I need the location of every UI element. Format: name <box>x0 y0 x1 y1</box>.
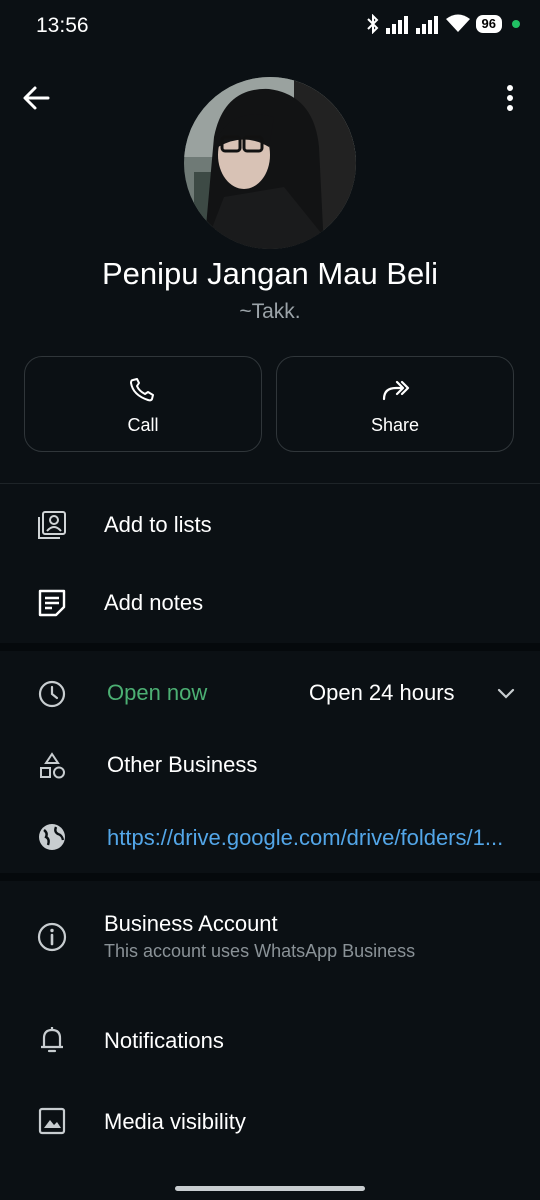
home-indicator[interactable] <box>175 1186 365 1191</box>
website-item[interactable]: https://drive.google.com/drive/folders/1… <box>0 813 540 859</box>
battery-level: 96 <box>475 15 502 33</box>
add-notes-item[interactable]: Add notes <box>0 580 540 626</box>
add-notes-label: Add notes <box>104 590 204 615</box>
bell-icon <box>41 1027 63 1053</box>
hours-detail: Open 24 hours <box>309 680 455 705</box>
business-account-item[interactable]: Business Account This account uses Whats… <box>0 905 540 969</box>
business-category: Other Business <box>107 752 258 777</box>
share-forward-icon <box>382 380 410 401</box>
call-label: Call <box>127 415 159 435</box>
more-options-icon[interactable] <box>500 82 520 114</box>
profile-name: Penipu Jangan Mau Beli <box>101 256 439 291</box>
section-separator <box>0 643 540 651</box>
shapes-icon <box>40 752 65 779</box>
profile-about: ~Takk. <box>239 300 301 323</box>
business-category-item: Other Business <box>0 740 540 786</box>
status-bar: 13:56 96 <box>0 0 540 56</box>
share-button[interactable]: Share <box>276 356 514 452</box>
notifications-label: Notifications <box>104 1028 224 1053</box>
wifi-icon <box>445 14 470 32</box>
notes-icon <box>38 589 66 617</box>
bluetooth-icon <box>366 14 378 34</box>
business-account-title: Business Account <box>104 911 278 936</box>
media-visibility-label: Media visibility <box>104 1109 246 1134</box>
status-icons: 96 <box>366 14 520 34</box>
business-account-subtitle: This account uses WhatsApp Business <box>104 941 416 961</box>
signal-icon-2 <box>415 16 438 34</box>
clock-icon <box>38 680 66 708</box>
phone-icon <box>130 378 154 402</box>
info-icon <box>37 922 67 952</box>
business-hours-item[interactable]: Open now Open 24 hours <box>0 668 540 714</box>
chevron-down-icon[interactable] <box>494 683 518 703</box>
back-arrow-icon[interactable] <box>20 82 52 114</box>
status-time: 13:56 <box>36 14 89 37</box>
add-to-lists-item[interactable]: Add to lists <box>0 502 540 548</box>
section-separator <box>0 873 540 881</box>
notifications-item[interactable]: Notifications <box>0 1016 540 1062</box>
contact-list-icon <box>38 511 66 539</box>
call-button[interactable]: Call <box>24 356 262 452</box>
share-label: Share <box>370 415 420 435</box>
avatar[interactable] <box>184 77 356 249</box>
media-visibility-item[interactable]: Media visibility <box>0 1097 540 1143</box>
image-icon <box>38 1107 66 1135</box>
hours-status: Open now <box>107 680 208 705</box>
status-dot <box>512 20 520 28</box>
signal-icon <box>385 16 408 34</box>
globe-icon <box>39 824 65 850</box>
divider <box>0 483 540 484</box>
add-to-lists-label: Add to lists <box>104 512 212 537</box>
website-link[interactable]: https://drive.google.com/drive/folders/1… <box>107 825 540 851</box>
